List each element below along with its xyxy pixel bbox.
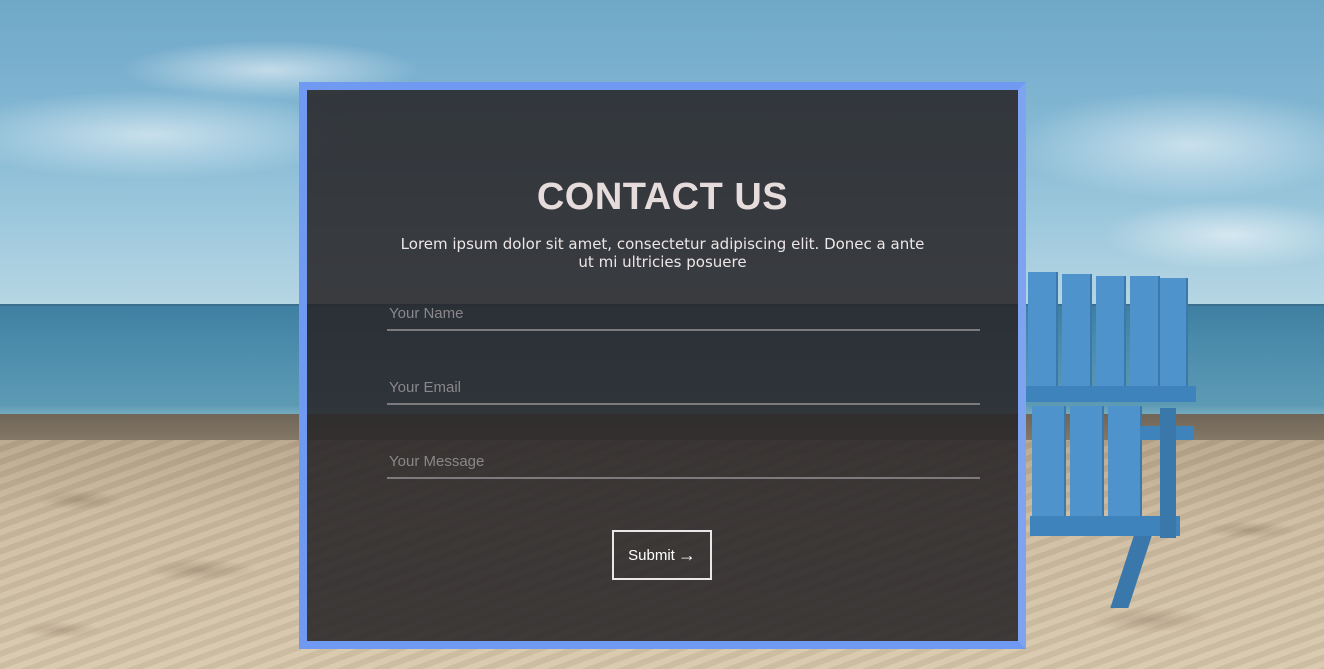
name-input[interactable] (387, 297, 980, 329)
contact-card: CONTACT US Lorem ipsum dolor sit amet, c… (299, 82, 1026, 649)
message-input[interactable] (387, 445, 980, 477)
arrow-right-icon: → (677, 545, 696, 565)
contact-form: CONTACT US Lorem ipsum dolor sit amet, c… (307, 90, 1018, 641)
message-field (387, 445, 980, 479)
page-description: Lorem ipsum dolor sit amet, consectetur … (400, 235, 925, 271)
submit-button[interactable]: Submit → (612, 530, 712, 580)
submit-label: Submit (628, 546, 675, 564)
beach-chair (1010, 268, 1200, 608)
email-input[interactable] (387, 371, 980, 403)
email-field (387, 371, 980, 405)
name-field (387, 297, 980, 331)
page-title: CONTACT US (536, 176, 789, 218)
